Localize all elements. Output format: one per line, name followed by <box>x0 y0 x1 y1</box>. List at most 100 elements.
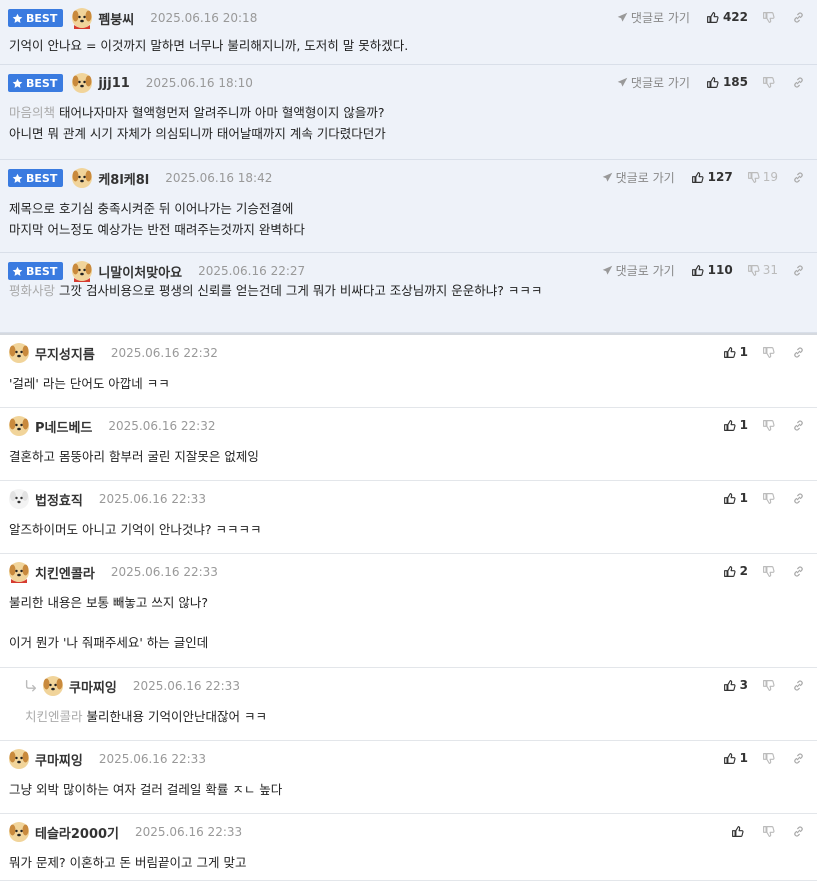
comment-text: 그깟 검사비용으로 평생의 신뢰를 얻는건데 그게 뭐가 비싸다고 조상님까지 … <box>59 283 543 298</box>
goto-comment-button[interactable]: 댓글로 가기 <box>602 169 675 186</box>
goto-comment-button[interactable]: 댓글로 가기 <box>602 262 675 279</box>
nickname[interactable]: 펨붕씨 <box>98 9 134 28</box>
nickname[interactable]: 치킨엔콜라 <box>35 563 95 582</box>
link-icon <box>792 171 805 184</box>
nickname[interactable]: P네드베드 <box>35 417 92 436</box>
comment-item-best: BEST 펨붕씨 2025.06.16 20:18 댓글로 가기 422 기억이 안나요 … <box>0 0 817 65</box>
nickname[interactable]: 쿠마찌잉 <box>35 750 83 769</box>
reply-target[interactable]: 치킨엔콜라 <box>25 709 83 724</box>
send-icon <box>602 265 616 276</box>
comment-header: 쿠마찌잉 2025.06.16 22:33 <box>24 675 240 697</box>
comment-line: 기억이 안나요 = 이것까지 말하면 너무나 불리해지니까, 도저히 말 못하겠… <box>9 35 408 56</box>
copy-link-button[interactable] <box>792 419 805 432</box>
upvote-button[interactable]: 1 <box>723 491 748 505</box>
downvote-button[interactable] <box>762 825 778 838</box>
link-icon <box>792 565 805 578</box>
downvote-button[interactable] <box>762 752 778 765</box>
downvote-button[interactable] <box>762 419 778 432</box>
nickname[interactable]: 테슬라2000기 <box>35 823 119 842</box>
best-badge: BEST <box>8 9 64 27</box>
upvote-count: 1 <box>739 491 748 505</box>
upvote-button[interactable]: 2 <box>723 564 748 578</box>
comment-line: 평화사랑 그깟 검사비용으로 평생의 신뢰를 얻는건데 그게 뭐가 비싸다고 조상… <box>9 280 542 301</box>
comment-header: 법정효직 2025.06.16 22:33 <box>8 488 206 510</box>
goto-comment-button[interactable]: 댓글로 가기 <box>617 74 690 91</box>
nickname[interactable]: 케8l케8l <box>98 169 149 188</box>
copy-link-button[interactable] <box>792 76 805 89</box>
avatar <box>8 748 30 770</box>
link-icon <box>792 76 805 89</box>
nickname[interactable]: jjj11 <box>98 76 129 91</box>
copy-link-button[interactable] <box>792 752 805 765</box>
comment-body: 치킨엔콜라 불리한내용 기억이안난대잖어 ㅋㅋ <box>25 706 267 727</box>
comment-header: 테슬라2000기 2025.06.16 22:33 <box>8 821 242 843</box>
comment-line: 제목으로 호기심 충족시켜준 뒤 이어나가는 기승전결에 <box>9 198 305 219</box>
downvote-button[interactable]: 31 <box>747 263 778 277</box>
upvote-button[interactable]: 1 <box>723 418 748 432</box>
thumbs-up-icon <box>723 492 740 505</box>
comment-item: 치킨엔콜라 2025.06.16 22:33 2 불리한 내용은 보통 빼놓고 쓰지 … <box>0 554 817 668</box>
comment-text: 기억이 안나요 = 이것까지 말하면 너무나 불리해지니까, 도저히 말 못하겠… <box>9 38 409 53</box>
comment-date: 2025.06.16 22:33 <box>98 752 206 766</box>
link-icon <box>792 825 805 838</box>
downvote-count: 31 <box>762 263 778 277</box>
comment-header: BEST jjj11 2025.06.16 18:10 <box>8 72 253 94</box>
goto-label: 댓글로 가기 <box>615 263 675 278</box>
comment-body: 뭐가 문제? 이혼하고 돈 버림끝이고 그게 맞고 <box>9 852 246 873</box>
comment-item: 무지성지름 2025.06.16 22:32 1 '걸레' 라는 단어도 아깝네 ㅋㅋ <box>0 335 817 408</box>
nickname[interactable]: 니말이처맞아요 <box>98 262 182 281</box>
thumbs-down-icon <box>762 565 778 578</box>
thumbs-up-icon <box>723 419 740 432</box>
copy-link-button[interactable] <box>792 679 805 692</box>
comment-line: 그냥 외박 많이하는 여자 걸러 걸레일 확률 ㅈㄴ 높다 <box>9 779 282 800</box>
comment-actions: 댓글로 가기 185 <box>617 73 805 91</box>
thumbs-down-icon <box>762 679 778 692</box>
best-label: BEST <box>26 171 58 185</box>
reply-target[interactable]: 평화사랑 <box>9 283 55 298</box>
thumbs-up-icon <box>691 171 708 184</box>
upvote-button[interactable]: 185 <box>706 75 748 89</box>
downvote-button[interactable]: 19 <box>747 170 778 184</box>
downvote-button[interactable] <box>762 76 778 89</box>
comment-date: 2025.06.16 22:33 <box>135 825 243 839</box>
comment-date: 2025.06.16 18:42 <box>165 171 273 185</box>
upvote-count: 1 <box>739 345 748 359</box>
thumbs-up-icon <box>723 346 740 359</box>
comment-text: 제목으로 호기심 충족시켜준 뒤 이어나가는 기승전결에 <box>9 201 294 216</box>
avatar <box>71 7 93 29</box>
link-icon <box>792 752 805 765</box>
reply-target[interactable]: 마음의책 <box>9 105 55 120</box>
downvote-button[interactable] <box>762 679 778 692</box>
copy-link-button[interactable] <box>792 11 805 24</box>
nickname[interactable]: 무지성지름 <box>35 344 95 363</box>
link-icon <box>792 346 805 359</box>
copy-link-button[interactable] <box>792 825 805 838</box>
upvote-button[interactable]: 3 <box>723 678 748 692</box>
comment-line: 마지막 어느정도 예상가는 반전 때려주는것까지 완벽하다 <box>9 219 305 240</box>
downvote-button[interactable] <box>762 11 778 24</box>
nickname[interactable]: 쿠마찌잉 <box>69 677 117 696</box>
comment-text: 결혼하고 몸뚱아리 함부러 굴린 지잘못은 없제잉 <box>9 449 259 464</box>
thumbs-down-icon <box>762 76 778 89</box>
goto-comment-button[interactable]: 댓글로 가기 <box>617 9 690 26</box>
downvote-button[interactable] <box>762 346 778 359</box>
copy-link-button[interactable] <box>792 171 805 184</box>
comment-actions: 2 <box>723 562 805 580</box>
upvote-button[interactable]: 127 <box>691 170 733 184</box>
upvote-count: 3 <box>739 678 748 692</box>
upvote-button[interactable]: 1 <box>723 345 748 359</box>
upvote-button[interactable] <box>731 825 748 838</box>
downvote-button[interactable] <box>762 565 778 578</box>
thumbs-up-icon <box>723 679 740 692</box>
downvote-button[interactable] <box>762 492 778 505</box>
upvote-button[interactable]: 1 <box>723 751 748 765</box>
copy-link-button[interactable] <box>792 492 805 505</box>
upvote-button[interactable]: 422 <box>706 10 748 24</box>
copy-link-button[interactable] <box>792 565 805 578</box>
upvote-button[interactable]: 110 <box>691 263 733 277</box>
thumbs-down-icon <box>747 171 763 184</box>
nickname[interactable]: 법정효직 <box>35 490 83 509</box>
copy-link-button[interactable] <box>792 264 805 277</box>
copy-link-button[interactable] <box>792 346 805 359</box>
link-icon <box>792 264 805 277</box>
